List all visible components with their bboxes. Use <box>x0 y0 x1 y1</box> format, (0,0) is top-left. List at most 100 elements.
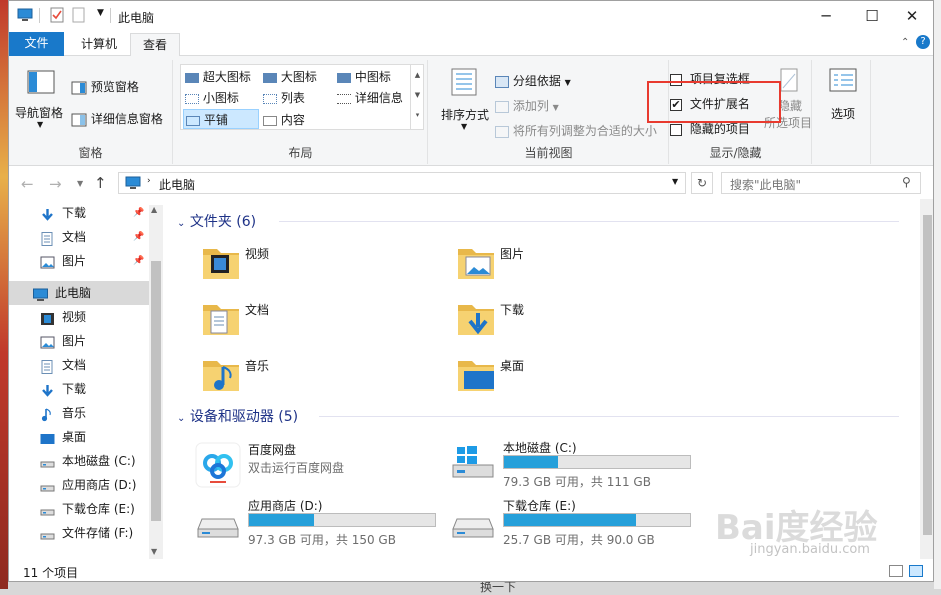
video-folder-icon <box>199 241 243 288</box>
pin-icon[interactable]: 📌 <box>133 201 144 225</box>
address-path[interactable]: 此电脑 <box>159 176 195 193</box>
address-dropdown-icon[interactable]: ▼ <box>672 177 678 186</box>
preview-pane-button[interactable]: 预览窗格 <box>71 78 139 95</box>
sort-by-button[interactable]: 排序方式 ▼ <box>439 64 491 134</box>
minimize-button[interactable]: ─ <box>803 1 849 31</box>
layout-extra-large-label: 超大图标 <box>202 70 251 84</box>
desktop-icon <box>40 430 55 444</box>
details-pane-button[interactable]: 详细信息窗格 <box>71 110 163 127</box>
content-scrollbar[interactable] <box>920 199 933 559</box>
large-icons-icon <box>263 72 277 83</box>
nav-pane-button[interactable]: 导航窗格 ▼ <box>15 64 71 134</box>
pin-icon[interactable]: 📌 <box>133 225 144 249</box>
properties-icon[interactable] <box>49 7 65 23</box>
layout-medium[interactable]: 中图标 <box>337 68 391 85</box>
back-button[interactable]: ← <box>21 175 34 193</box>
tab-computer[interactable]: 计算机 <box>71 33 127 56</box>
device-item[interactable]: 下载仓库 (E:) 25.7 GB 可用，共 90.0 GB <box>449 493 699 547</box>
sidebar-item[interactable]: 下载 📌 <box>9 201 149 225</box>
device-item[interactable]: 应用商店 (D:) 97.3 GB 可用，共 150 GB <box>194 493 444 547</box>
layout-list[interactable]: 列表 <box>263 89 305 106</box>
desktop-background-right <box>934 0 941 589</box>
sidebar-item-label: 文档 <box>62 358 87 372</box>
folder-label: 图片 <box>500 247 525 261</box>
sidebar-scroll-thumb[interactable] <box>151 261 161 521</box>
layout-small[interactable]: 小图标 <box>185 89 239 106</box>
collapse-ribbon-icon[interactable]: ⌃ <box>901 37 909 48</box>
search-input[interactable]: 搜索"此电脑" <box>730 176 801 193</box>
sidebar-item[interactable]: 文件存储 (F:) <box>9 521 149 545</box>
group-by-icon <box>495 75 509 88</box>
sidebar-item[interactable]: 文档 <box>9 353 149 377</box>
folder-label: 下载 <box>500 303 525 317</box>
address-box[interactable]: › 此电脑 ▼ <box>118 172 686 194</box>
large-icons-view-icon[interactable] <box>909 565 923 577</box>
up-button[interactable]: ↑ <box>94 174 107 192</box>
folder-item[interactable]: 桌面 <box>454 353 654 403</box>
device-label: 应用商店 (D:) <box>248 499 323 513</box>
preview-pane-label: 预览窗格 <box>90 80 139 94</box>
drive-usage-bar <box>503 455 691 469</box>
sidebar-item[interactable]: 下载 <box>9 377 149 401</box>
group-current-view: 排序方式 ▼ 分组依据 ▼ 添加列 ▼ 将所有列调整为合适的大小 当前视图 <box>429 60 669 164</box>
sidebar-item[interactable]: 音乐 <box>9 401 149 425</box>
sidebar-item[interactable]: 图片 📌 <box>9 249 149 273</box>
sidebar-item[interactable]: 图片 <box>9 329 149 353</box>
hidden-items-checkbox[interactable] <box>670 123 682 136</box>
music-icon <box>40 406 55 422</box>
nav-pane-icon <box>27 70 55 94</box>
content-scroll-thumb[interactable] <box>923 215 932 535</box>
help-icon[interactable]: ? <box>916 35 930 49</box>
drive-icon <box>40 526 55 540</box>
nav-pane-label: 导航窗格 <box>15 106 64 120</box>
recent-locations-button[interactable]: ▼ <box>77 179 83 188</box>
sidebar-item[interactable]: 文档 📌 <box>9 225 149 249</box>
tab-view[interactable]: 查看 <box>130 33 180 58</box>
drive-usage-bar <box>503 513 691 527</box>
new-folder-icon[interactable] <box>71 7 87 23</box>
drive-free-space: 97.3 GB 可用，共 150 GB <box>248 533 396 547</box>
layout-large[interactable]: 大图标 <box>263 68 317 85</box>
layout-extra-large[interactable]: 超大图标 <box>185 68 251 85</box>
device-item[interactable]: 百度网盘 双击运行百度网盘 <box>194 437 444 489</box>
folder-item[interactable]: 图片 <box>454 241 654 291</box>
folder-item[interactable]: 文档 <box>199 297 399 347</box>
sidebar-item[interactable]: 下载仓库 (E:) <box>9 497 149 521</box>
folders-section-header[interactable]: ⌄ 文件夹 (6) <box>177 211 256 231</box>
sidebar-item[interactable]: 本地磁盘 (C:) <box>9 449 149 473</box>
close-button[interactable]: ✕ <box>889 1 933 31</box>
devices-section-header[interactable]: ⌄ 设备和驱动器 (5) <box>177 406 298 426</box>
folder-item[interactable]: 音乐 <box>199 353 399 403</box>
layout-details[interactable]: 详细信息 <box>337 89 403 106</box>
layout-content[interactable]: 内容 <box>263 111 305 128</box>
group-by-button[interactable]: 分组依据 ▼ <box>495 72 571 89</box>
layout-content-label: 内容 <box>280 113 305 127</box>
folder-label: 文档 <box>245 303 270 317</box>
chevron-right-icon[interactable]: › <box>147 176 151 186</box>
search-icon[interactable]: ⚲ <box>902 175 911 189</box>
group-layout: 超大图标 大图标 中图标 小图标 列表 详细信息 平铺 内容 ▲ ▼ ▾ 布局 <box>174 60 428 164</box>
layout-gallery-scroll[interactable]: ▲ ▼ ▾ <box>410 65 424 129</box>
sidebar-item[interactable]: 应用商店 (D:) <box>9 473 149 497</box>
details-view-icon[interactable] <box>889 565 903 577</box>
sidebar-item[interactable]: 桌面 <box>9 425 149 449</box>
forward-button[interactable]: → <box>49 175 62 193</box>
item-count: 11 个项目 <box>23 566 79 580</box>
sidebar-item[interactable]: 视频 <box>9 305 149 329</box>
details-icon <box>337 93 351 104</box>
refresh-button[interactable]: ↻ <box>691 172 713 194</box>
pin-icon[interactable]: 📌 <box>133 249 144 273</box>
options-button[interactable]: 选项 <box>821 68 865 122</box>
folder-item[interactable]: 下载 <box>454 297 654 347</box>
folder-item[interactable]: 视频 <box>199 241 399 291</box>
add-columns-button[interactable]: 添加列 ▼ <box>495 97 559 114</box>
sidebar-scrollbar[interactable]: ▲ ▼ <box>149 205 163 561</box>
layout-tiles[interactable]: 平铺 <box>183 109 259 129</box>
device-item[interactable]: 本地磁盘 (C:) 79.3 GB 可用，共 111 GB <box>449 435 699 489</box>
title-bar: ▼ 此电脑 ─ ☐ ✕ <box>9 1 933 31</box>
customize-toolbar-icon[interactable]: ▼ <box>97 8 104 18</box>
size-columns-button[interactable]: 将所有列调整为合适的大小 <box>495 122 657 139</box>
search-box[interactable]: 搜索"此电脑" ⚲ <box>721 172 921 194</box>
tab-file[interactable]: 文件 <box>9 32 64 56</box>
sidebar-item[interactable]: 此电脑 <box>9 281 149 305</box>
